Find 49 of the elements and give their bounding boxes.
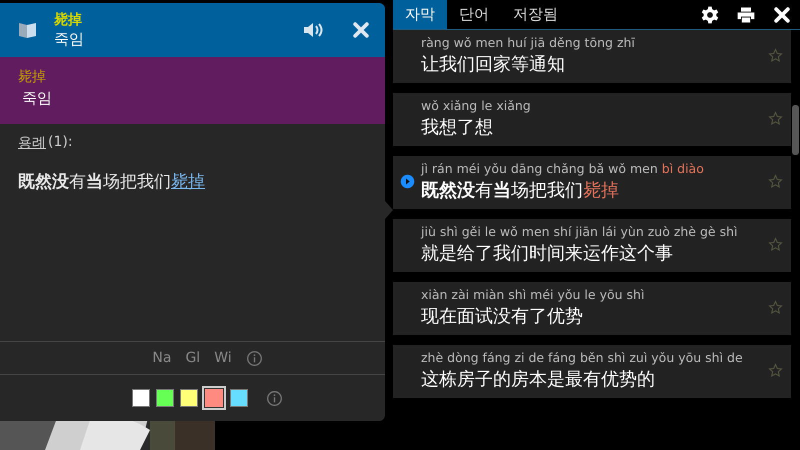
subtitle-row[interactable]: jì rán méi yǒu dāng chǎng bǎ wǒ men bì diào 既然没有当场把我们毙掉 — [393, 156, 791, 209]
source-link[interactable]: Na — [152, 350, 172, 366]
subtitle-line: 现在面试没有了优势 — [421, 305, 584, 329]
subtitle-row[interactable]: jiù shì gěi le wǒ men shí jiān lái yùn zuò zhè gè shì 就是给了我们时间来运作这个事 — [393, 219, 791, 272]
color-swatch[interactable] — [180, 389, 198, 407]
color-swatch[interactable] — [204, 388, 224, 408]
examples-label: 용례 — [18, 134, 46, 152]
tab[interactable]: 자막 — [393, 0, 447, 29]
color-swatch[interactable] — [230, 389, 248, 407]
star-icon[interactable] — [768, 111, 783, 126]
headword: 毙掉 — [54, 11, 83, 30]
print-icon[interactable] — [736, 4, 756, 24]
tab[interactable]: 단어 — [447, 0, 501, 29]
tab[interactable]: 저장됨 — [501, 0, 570, 29]
color-swatch[interactable] — [132, 389, 150, 407]
subtitle-line: 既然没有当场把我们毙掉 — [421, 179, 620, 203]
star-icon[interactable] — [768, 48, 783, 63]
source-link[interactable]: Gl — [185, 350, 200, 366]
pinyin-line: wǒ xiǎng le xiǎng — [421, 97, 532, 115]
star-icon[interactable] — [768, 174, 783, 189]
star-icon[interactable] — [768, 237, 783, 252]
subtitle-row[interactable]: ràng wǒ men huí jiā děng tōng zhī 让我们回家等通知 — [393, 30, 791, 83]
subtitle-line: 让我们回家等通知 — [421, 53, 566, 77]
pinyin-line: xiàn zài miàn shì méi yǒu le yōu shì — [421, 286, 646, 304]
subtitle-line: 我想了想 — [421, 116, 494, 140]
subtitle-line: 这栋房子的房本是最有优势的 — [421, 368, 656, 392]
examples-count: (1): — [48, 134, 73, 152]
subtitle-row[interactable]: zhè dòng fáng zi de fáng běn shì zuì yǒu yōu shì de 这栋房子的房本是最有优势的 — [393, 345, 791, 398]
definition-word: 毙掉 — [18, 68, 47, 87]
close-icon[interactable] — [772, 4, 792, 24]
color-swatch[interactable] — [156, 389, 174, 407]
source-link[interactable]: Wi — [214, 350, 232, 366]
star-icon[interactable] — [768, 300, 783, 315]
info-icon[interactable] — [246, 350, 263, 366]
definition-meaning: 죽임 — [21, 88, 53, 109]
subtitle-row[interactable]: wǒ xiǎng le xiǎng 我想了想 — [393, 93, 791, 146]
scrollbar[interactable] — [792, 105, 799, 155]
word-link[interactable]: 毙掉 — [171, 172, 205, 192]
subtitle-line: 就是给了我们时间来运作这个事 — [421, 242, 674, 266]
pinyin-line: ràng wǒ men huí jiā děng tōng zhī — [421, 34, 636, 52]
info-icon[interactable] — [266, 390, 283, 406]
subtitle-row[interactable]: xiàn zài miàn shì méi yǒu le yōu shì 现在面试没有了优势 — [393, 282, 791, 335]
settings-icon[interactable] — [700, 4, 720, 24]
pinyin-line: jiù shì gěi le wǒ men shí jiān lái yùn zuò zhè gè shì — [421, 223, 738, 241]
star-icon[interactable] — [768, 363, 783, 378]
pinyin-line: zhè dòng fáng zi de fáng běn shì zuì yǒu yōu shì de — [421, 349, 744, 367]
example-sentence: 既然没有当场把我们 — [18, 172, 171, 192]
pinyin-line: jì rán méi yǒu dāng chǎng bǎ wǒ men bì diào — [421, 160, 705, 178]
meaning: 죽임 — [54, 30, 85, 49]
